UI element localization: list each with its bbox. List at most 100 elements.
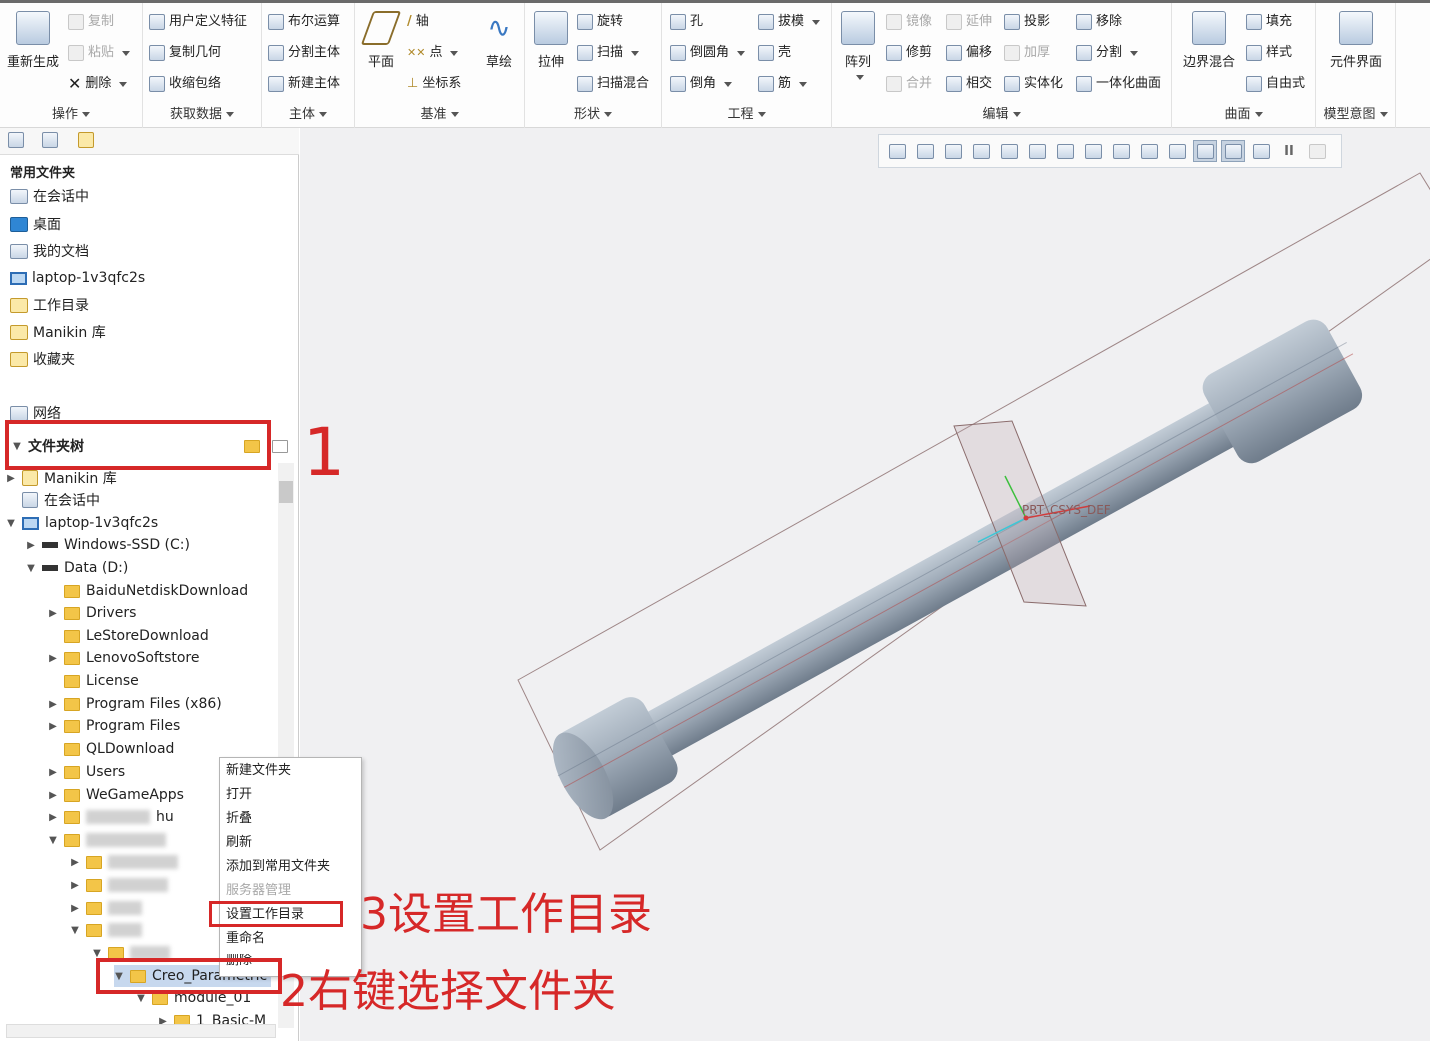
fav-favorites[interactable]: 收藏夹 (10, 348, 75, 370)
group-label-model-intent[interactable]: 模型意图 (1316, 103, 1395, 122)
axis-button[interactable]: / 轴 (407, 11, 429, 33)
tree-folder[interactable]: ▶ Users (48, 761, 125, 783)
paste-button[interactable]: 粘贴 (68, 42, 130, 64)
extrude-button[interactable]: 拉伸 (531, 11, 571, 70)
expand-arrow-icon[interactable]: ▶ (26, 540, 36, 551)
menu-open[interactable]: 打开 (226, 784, 252, 806)
shell-button[interactable]: 壳 (758, 42, 791, 64)
thicken-button[interactable]: 加厚 (1004, 42, 1050, 64)
fav-desktop[interactable]: 桌面 (10, 213, 61, 235)
tree-folder[interactable]: ▶ Drivers (48, 602, 136, 624)
revolve-button[interactable]: 旋转 (577, 11, 623, 33)
tree-folder-blurred[interactable]: ▶ (70, 874, 168, 896)
plane-button[interactable]: 平面 (360, 11, 402, 70)
tree-folder-blurred[interactable]: ▶ (70, 897, 142, 919)
remove-button[interactable]: 移除 (1076, 11, 1122, 33)
group-label-engineering[interactable]: 工程 (662, 103, 831, 122)
tree-folder[interactable]: License (48, 670, 139, 692)
expand-arrow-icon[interactable]: ▶ (158, 1016, 168, 1025)
menu-collapse[interactable]: 折叠 (226, 808, 252, 830)
layer-tab-icon[interactable] (42, 132, 58, 148)
tree-folder[interactable]: LeStoreDownload (48, 625, 209, 647)
collapse-arrow-icon[interactable]: ▼ (136, 993, 146, 1004)
copy-geometry-button[interactable]: 复制几何 (149, 42, 221, 64)
tree-item-c-drive[interactable]: ▶ Windows-SSD (C:) (26, 534, 190, 556)
group-label-body[interactable]: 主体 (262, 103, 354, 122)
shaft-part[interactable] (540, 309, 1377, 830)
tree-folder-blurred[interactable]: ▶ hu (48, 806, 174, 828)
menu-new-folder[interactable]: 新建文件夹 (226, 760, 291, 782)
collapse-arrow-icon[interactable]: ▼ (70, 925, 80, 936)
tree-folder-blurred[interactable]: ▼ (48, 829, 166, 851)
rib-button[interactable]: 筋 (758, 73, 807, 95)
tree-item-d-drive[interactable]: ▼ Data (D:) (26, 557, 128, 579)
tree-folder[interactable]: ▶ WeGameApps (48, 784, 184, 806)
expand-arrow-icon[interactable]: ▶ (48, 608, 58, 619)
expand-arrow-icon[interactable]: ▶ (70, 857, 80, 868)
group-label-getdata[interactable]: 获取数据 (143, 103, 261, 122)
delete-button[interactable]: ✕ 删除 (68, 73, 127, 95)
tree-folder[interactable]: ▶ Program Files (x86) (48, 693, 222, 715)
split-body-button[interactable]: 分割主体 (268, 42, 340, 64)
expand-arrow-icon[interactable]: ▶ (70, 880, 80, 891)
regenerate-button[interactable]: 重新生成 (4, 11, 62, 70)
fav-my-documents[interactable]: 我的文档 (10, 240, 89, 262)
hole-button[interactable]: 孔 (670, 11, 703, 33)
project-button[interactable]: 投影 (1004, 11, 1050, 33)
scrollbar-thumb[interactable] (279, 481, 293, 503)
menu-add-to-common[interactable]: 添加到常用文件夹 (226, 856, 330, 878)
expand-arrow-icon[interactable]: ▶ (6, 473, 16, 484)
round-button[interactable]: 倒圆角 (670, 42, 745, 64)
fav-working-directory[interactable]: 工作目录 (10, 294, 89, 316)
fav-in-session[interactable]: 在会话中 (10, 185, 89, 207)
sketch-button[interactable]: ∿ 草绘 (479, 11, 519, 70)
group-label-shapes[interactable]: 形状 (525, 103, 661, 122)
expand-arrow-icon[interactable]: ▶ (48, 790, 58, 801)
boolean-button[interactable]: 布尔运算 (268, 11, 340, 33)
group-label-datum[interactable]: 基准 (355, 103, 524, 122)
collapse-arrow-icon[interactable]: ▼ (92, 948, 102, 959)
csys-button[interactable]: ⊥ 坐标系 (407, 73, 461, 95)
tree-item-manikin[interactable]: ▶ Manikin 库 (6, 467, 117, 489)
intersect-button[interactable]: 相交 (946, 73, 992, 95)
folder-browser-tab-icon[interactable] (78, 132, 94, 148)
fav-computer[interactable]: laptop-1v3qfc2s (10, 267, 145, 289)
expand-arrow-icon[interactable]: ▶ (48, 699, 58, 710)
split-button[interactable]: 分割 (1076, 42, 1138, 64)
udf-button[interactable]: 用户定义特征 (149, 11, 247, 33)
mirror-button[interactable]: 镜像 (886, 11, 932, 33)
expand-arrow-icon[interactable]: ▶ (70, 903, 80, 914)
menu-server-management[interactable]: 服务器管理 (226, 880, 291, 902)
expand-arrow-icon[interactable]: ▶ (48, 653, 58, 664)
model-tree-tab-icon[interactable] (8, 132, 24, 148)
collapse-arrow-icon[interactable]: ▼ (48, 835, 58, 846)
component-interface-button[interactable]: 元件界面 (1320, 11, 1392, 70)
expand-arrow-icon[interactable]: ▶ (48, 812, 58, 823)
sweep-button[interactable]: 扫描 (577, 42, 639, 64)
style-button[interactable]: 样式 (1246, 42, 1292, 64)
menu-rename[interactable]: 重命名 (226, 928, 265, 950)
collapse-arrow-icon[interactable]: ▼ (6, 518, 16, 529)
group-label-operation[interactable]: 操作 (0, 103, 142, 122)
chamfer-button[interactable]: 倒角 (670, 73, 732, 95)
group-label-editing[interactable]: 编辑 (832, 103, 1171, 122)
boundary-blend-button[interactable]: 边界混合 (1178, 11, 1240, 70)
collapse-arrow-icon[interactable]: ▼ (26, 563, 36, 574)
menu-refresh[interactable]: 刷新 (226, 832, 252, 854)
tree-folder[interactable]: BaiduNetdiskDownload (48, 580, 248, 602)
group-label-surfaces[interactable]: 曲面 (1172, 103, 1315, 122)
new-body-button[interactable]: 新建主体 (268, 73, 340, 95)
tree-folder[interactable]: ▶ Program Files (48, 715, 180, 737)
tree-folder-basic[interactable]: ▶ 1_Basic-M (158, 1010, 266, 1024)
tree-item-laptop[interactable]: ▼ laptop-1v3qfc2s (6, 512, 158, 534)
merge-button[interactable]: 合并 (886, 73, 932, 95)
expand-arrow-icon[interactable]: ▶ (48, 767, 58, 778)
shrinkwrap-button[interactable]: 收缩包络 (149, 73, 221, 95)
tree-folder-blurred[interactable]: ▼ (70, 919, 142, 941)
sweep-blend-button[interactable]: 扫描混合 (577, 73, 649, 95)
horizontal-scrollbar[interactable] (6, 1024, 276, 1038)
copy-button[interactable]: 复制 (68, 11, 114, 33)
expand-arrow-icon[interactable]: ▶ (48, 721, 58, 732)
draft-button[interactable]: 拔模 (758, 11, 820, 33)
point-button[interactable]: ✕✕ 点 (407, 42, 458, 64)
